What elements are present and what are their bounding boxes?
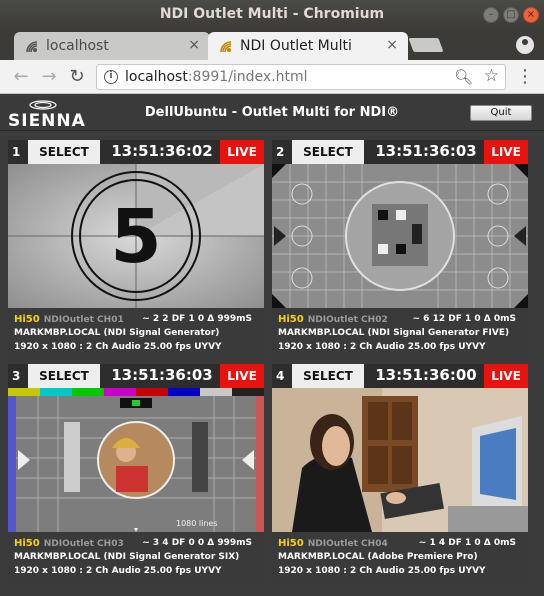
back-button[interactable]: ←: [10, 66, 32, 88]
panel-info: Hi50 NDIOutlet CH02 ~ 6 12 DF 1 0 Δ 0mS M…: [272, 308, 528, 358]
timecode: 13:51:36:02: [111, 142, 213, 160]
live-badge[interactable]: LIVE: [220, 140, 264, 164]
video-preview[interactable]: [272, 164, 528, 308]
format-line: Hi50 NDIOutlet CH04: [278, 538, 388, 549]
new-tab-button[interactable]: [408, 38, 444, 52]
minimize-button[interactable]: –: [483, 7, 499, 23]
format-details: 1920 x 1080 : 2 Ch Audio 25.00 fps UYVY: [14, 566, 222, 576]
video-preview[interactable]: [272, 388, 528, 532]
app-title: DellUbuntu - Outlet Multi for NDI®: [144, 105, 400, 120]
panel-number: 2: [276, 145, 285, 159]
video-preview[interactable]: 1080 lines: [8, 388, 264, 532]
test-pattern-image: [272, 164, 528, 308]
format-badge: Hi50: [14, 314, 40, 325]
browser-toolbar: ← → ↻ i localhost:8991/index.html 🔍︎ ☆: [0, 60, 544, 94]
select-button[interactable]: SELECT: [292, 140, 364, 164]
source-name: MARKMBP.LOCAL (NDI Signal Generator SIX): [14, 552, 240, 562]
panel-header: 4 SELECT 13:51:36:00 LIVE: [272, 364, 528, 388]
panel-number: 4: [276, 369, 285, 383]
test-card-caption: 1080 lines: [176, 519, 218, 528]
format-badge: Hi50: [278, 538, 304, 549]
countdown-number: 5: [110, 194, 162, 280]
reload-button[interactable]: ↻: [66, 66, 88, 88]
timecode: 13:51:36:00: [375, 366, 477, 384]
channel-name: NDIOutlet CH04: [307, 539, 388, 549]
tab-label: NDI Outlet Multi: [240, 38, 352, 54]
close-window-button[interactable]: ×: [523, 7, 539, 23]
tab-ndi-outlet-multi[interactable]: NDI Outlet Multi ×: [208, 32, 408, 60]
format-badge: Hi50: [14, 538, 40, 549]
format-details: 1920 x 1080 : 2 Ch Audio 25.00 fps UYVY: [14, 342, 222, 352]
tab-close-icon[interactable]: ×: [188, 37, 200, 53]
select-button[interactable]: SELECT: [28, 140, 100, 164]
maximize-button[interactable]: □: [503, 7, 519, 23]
stats-text: ~ 2 2 DF 1 0 Δ 999mS: [142, 314, 252, 324]
tab-localhost[interactable]: localhost ×: [14, 32, 210, 60]
channel-name: NDIOutlet CH02: [307, 315, 388, 325]
close-icon: ×: [526, 9, 536, 20]
live-badge[interactable]: LIVE: [484, 140, 528, 164]
url-host: localhost: [125, 69, 188, 85]
panel-header: 2 SELECT 13:51:36:03 LIVE: [272, 140, 528, 164]
source-name: MARKMBP.LOCAL (NDI Signal Generator): [14, 328, 220, 338]
panel-number: 1: [12, 145, 21, 159]
ndi-favicon-icon: [26, 41, 38, 53]
zoom-icon[interactable]: 🔍︎: [454, 68, 473, 86]
panel-info: Hi50 NDIOutlet CH01 ~ 2 2 DF 1 0 Δ 999mS …: [8, 308, 264, 358]
video-preview[interactable]: 5: [8, 164, 264, 308]
select-button[interactable]: SELECT: [292, 364, 364, 388]
live-badge[interactable]: LIVE: [484, 364, 528, 388]
maximize-icon: □: [506, 9, 516, 20]
forward-button[interactable]: →: [38, 66, 60, 88]
panel-header: 3 SELECT 13:51:36:03 LIVE: [8, 364, 264, 388]
panel-header: 1 SELECT 13:51:36:02 LIVE: [8, 140, 264, 164]
browser-menu-icon[interactable]: ⋮: [516, 66, 534, 88]
panel-info: Hi50 NDIOutlet CH03 ~ 3 4 DF 0 0 Δ 999mS …: [8, 532, 264, 582]
window-titlebar: NDI Outlet Multi - Chromium – □ ×: [0, 0, 544, 30]
test-card-image: 1080 lines: [8, 388, 264, 532]
format-line: Hi50 NDIOutlet CH01: [14, 314, 124, 325]
panel-info: Hi50 NDIOutlet CH04 ~ 1 4 DF 1 0 Δ 0mS MA…: [272, 532, 528, 582]
channel-name: NDIOutlet CH01: [43, 315, 124, 325]
format-details: 1920 x 1080 : 2 Ch Audio 25.00 fps UYVY: [278, 566, 486, 576]
stats-text: ~ 6 12 DF 1 0 Δ 0mS: [412, 314, 517, 324]
outlet-panel-3: 3 SELECT 13:51:36:03 LIVE 1080 lines Hi5…: [8, 364, 264, 582]
format-details: 1920 x 1080 : 2 Ch Audio 25.00 fps UYVY: [278, 342, 486, 352]
window-title: NDI Outlet Multi - Chromium: [159, 6, 385, 22]
quit-button[interactable]: Quit: [470, 105, 532, 121]
tab-strip: localhost × NDI Outlet Multi ×: [0, 30, 544, 60]
outlet-panel-2: 2 SELECT 13:51:36:03 LIVE Hi50 NDIOutlet…: [272, 140, 528, 358]
source-name: MARKMBP.LOCAL (Adobe Premiere Pro): [278, 552, 478, 562]
outlet-panel-4: 4 SELECT 13:51:36:00 LIVE Hi50 NDIOutlet …: [272, 364, 528, 582]
source-name: MARKMBP.LOCAL (NDI Signal Generator FIVE…: [278, 328, 510, 338]
timecode: 13:51:36:03: [111, 366, 213, 384]
info-icon[interactable]: i: [104, 70, 118, 84]
tab-label: localhost: [46, 38, 109, 54]
bookmark-star-icon[interactable]: ☆: [484, 66, 499, 86]
profile-avatar-icon[interactable]: [516, 36, 534, 54]
format-line: Hi50 NDIOutlet CH03: [14, 538, 124, 549]
address-bar[interactable]: i localhost:8991/index.html 🔍︎ ☆: [96, 64, 506, 90]
format-line: Hi50 NDIOutlet CH02: [278, 314, 388, 325]
stats-text: ~ 1 4 DF 1 0 Δ 0mS: [418, 538, 516, 548]
select-button[interactable]: SELECT: [28, 364, 100, 388]
video-frame-image: [272, 388, 528, 532]
ndi-favicon-icon: [220, 41, 232, 53]
outlet-panel-1: 1 SELECT 13:51:36:02 LIVE 5 Hi50 NDIOutle…: [8, 140, 264, 358]
timecode: 13:51:36:03: [375, 142, 477, 160]
minimize-icon: –: [488, 9, 494, 20]
countdown-leader-image: 5: [8, 164, 264, 308]
app-header: SIENNA DellUbuntu - Outlet Multi for NDI…: [0, 95, 544, 131]
tab-close-icon[interactable]: ×: [386, 37, 398, 53]
url-text[interactable]: localhost:8991/index.html: [125, 69, 308, 85]
live-badge[interactable]: LIVE: [220, 364, 264, 388]
panel-number: 3: [12, 369, 21, 383]
stats-text: ~ 3 4 DF 0 0 Δ 999mS: [142, 538, 252, 548]
channel-name: NDIOutlet CH03: [43, 539, 124, 549]
format-badge: Hi50: [278, 314, 304, 325]
url-path: :8991/index.html: [187, 69, 308, 85]
